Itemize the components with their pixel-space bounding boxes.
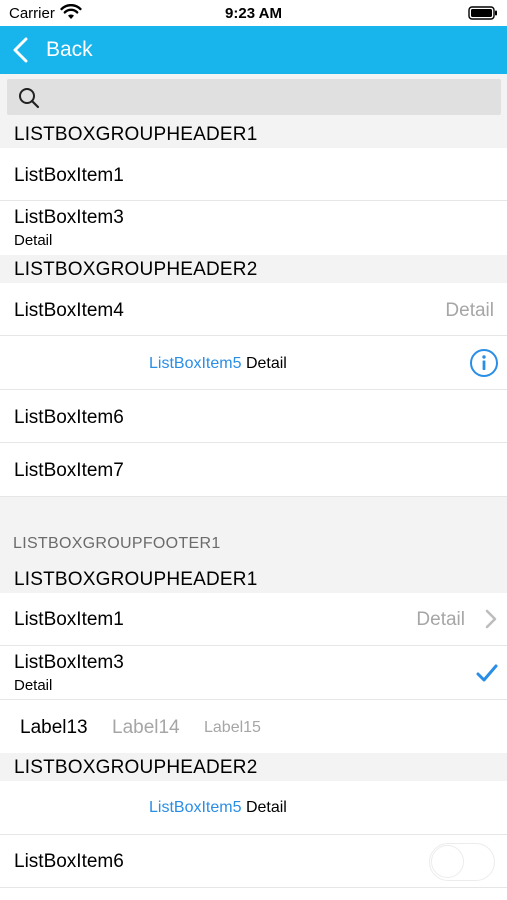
list-item-detail: Detail bbox=[14, 232, 53, 249]
list-item-6[interactable]: ListBoxItem6 bbox=[0, 835, 507, 888]
battery-icon bbox=[468, 6, 497, 20]
chevron-left-icon bbox=[13, 37, 28, 63]
list-item-detail: Detail bbox=[416, 609, 465, 630]
group-header-label: LISTBOXGROUPHEADER2 bbox=[14, 259, 258, 280]
search-input[interactable] bbox=[49, 81, 489, 113]
group-header-label: LISTBOXGROUPHEADER1 bbox=[14, 124, 258, 145]
list-item-label: ListBoxItem6 bbox=[14, 407, 124, 428]
label-14: Label14 bbox=[112, 717, 180, 738]
toggle-knob bbox=[431, 845, 464, 878]
list-item-5[interactable]: ListBoxItem5 Detail bbox=[0, 336, 507, 390]
search-field[interactable] bbox=[7, 79, 501, 115]
info-icon[interactable] bbox=[469, 348, 499, 378]
group-footer: LISTBOXGROUPFOOTER1 bbox=[0, 497, 507, 566]
list-item-3[interactable]: ListBoxItem3 Detail bbox=[0, 201, 507, 255]
search-icon bbox=[19, 88, 40, 109]
row-separator bbox=[0, 887, 507, 888]
list-item-7[interactable]: ListBoxItem7 bbox=[0, 443, 507, 497]
group-header-label: LISTBOXGROUPHEADER2 bbox=[14, 757, 258, 778]
toggle-switch[interactable] bbox=[429, 843, 495, 881]
list-item-label: ListBoxItem6 bbox=[14, 851, 124, 872]
navigation-bar: Back bbox=[0, 26, 507, 74]
label-15: Label15 bbox=[204, 719, 261, 736]
list-item-4[interactable]: ListBoxItem4 Detail bbox=[0, 283, 507, 336]
list-item-6[interactable]: ListBoxItem6 bbox=[0, 390, 507, 443]
list-item-label: ListBoxItem1 bbox=[14, 609, 124, 630]
list-item-3[interactable]: ListBoxItem3 Detail bbox=[0, 646, 507, 700]
status-time: 9:23 AM bbox=[225, 5, 282, 22]
group-header-label: LISTBOXGROUPHEADER1 bbox=[14, 569, 258, 590]
search-bar bbox=[0, 74, 507, 120]
label-row: Label13 Label14 Label15 bbox=[0, 700, 507, 753]
list-item-text: ListBoxItem5 Detail bbox=[149, 355, 287, 373]
list-item-label: ListBoxItem7 bbox=[14, 460, 124, 481]
group-header: LISTBOXGROUPHEADER2 bbox=[0, 753, 507, 781]
group-header: LISTBOXGROUPHEADER2 bbox=[0, 255, 507, 283]
list-item-1[interactable]: ListBoxItem1 bbox=[0, 148, 507, 201]
list-item-title: ListBoxItem5 bbox=[149, 799, 242, 816]
list-item-title: ListBoxItem5 bbox=[149, 355, 242, 372]
list-item-detail: Detail bbox=[245, 355, 287, 372]
list-item-detail: Detail bbox=[445, 300, 494, 321]
list-item-1[interactable]: ListBoxItem1 Detail bbox=[0, 593, 507, 646]
list-item-text: ListBoxItem5 Detail bbox=[149, 799, 287, 817]
group-footer-label: LISTBOXGROUPFOOTER1 bbox=[13, 535, 221, 552]
group-header: LISTBOXGROUPHEADER1 bbox=[0, 120, 507, 148]
status-bar: Carrier 9:23 AM bbox=[0, 0, 507, 26]
list-item-label: ListBoxItem1 bbox=[14, 165, 124, 186]
back-label: Back bbox=[46, 38, 93, 61]
back-button[interactable]: Back bbox=[12, 26, 93, 74]
list-item-label: ListBoxItem4 bbox=[14, 300, 124, 321]
list-item-label: ListBoxItem3 bbox=[14, 652, 124, 673]
checkmark-icon bbox=[476, 664, 498, 682]
group-header: LISTBOXGROUPHEADER1 bbox=[0, 566, 507, 593]
list-item-label: ListBoxItem3 bbox=[14, 207, 124, 228]
list-item-5[interactable]: ListBoxItem5 Detail bbox=[0, 781, 507, 835]
label-13: Label13 bbox=[20, 717, 88, 738]
chevron-right-icon bbox=[485, 609, 497, 629]
list-item-detail: Detail bbox=[245, 799, 287, 816]
list-item-detail: Detail bbox=[14, 677, 53, 694]
